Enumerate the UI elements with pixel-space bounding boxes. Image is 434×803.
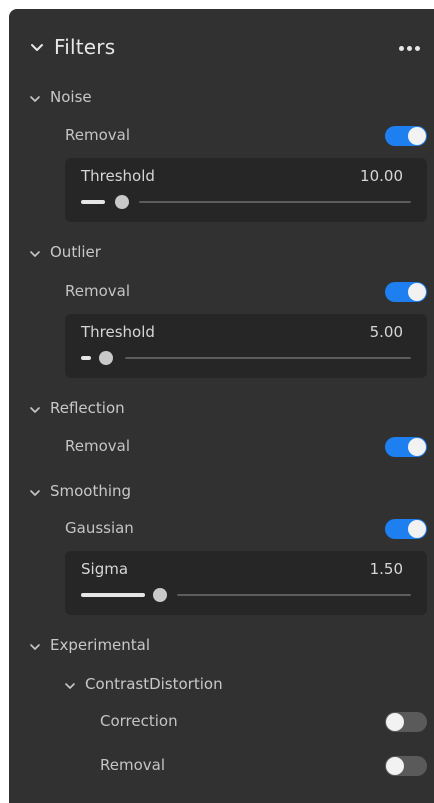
toggle-knob (408, 438, 426, 456)
contrast-removal-label: Removal (100, 756, 166, 774)
chevron-down-icon[interactable] (29, 40, 45, 56)
noise-threshold-box: Threshold 10.00 (65, 158, 427, 222)
noise-threshold-slider[interactable] (81, 195, 411, 209)
outlier-threshold-value: 5.00 (369, 323, 403, 341)
slider-fill (81, 593, 145, 597)
outlier-threshold-slider[interactable] (81, 351, 411, 365)
smoothing-gaussian-label: Gaussian (65, 519, 134, 537)
slider-track (177, 594, 411, 596)
chevron-down-icon[interactable] (28, 403, 42, 417)
slider-thumb[interactable] (99, 351, 113, 365)
chevron-down-icon[interactable] (63, 679, 77, 693)
smoothing-sigma-box: Sigma 1.50 (65, 551, 427, 615)
more-options-icon[interactable] (399, 46, 420, 51)
smoothing-sigma-value: 1.50 (369, 560, 403, 578)
contrast-correction-label: Correction (100, 712, 178, 730)
reflection-removal-toggle[interactable] (385, 437, 427, 457)
chevron-down-icon[interactable] (28, 247, 42, 261)
chevron-down-icon[interactable] (28, 640, 42, 654)
noise-removal-label: Removal (65, 126, 131, 144)
toggle-knob (408, 520, 426, 538)
slider-thumb[interactable] (153, 588, 167, 602)
panel-title: Filters (54, 35, 116, 59)
chevron-down-icon[interactable] (28, 486, 42, 500)
outlier-threshold-box: Threshold 5.00 (65, 314, 427, 378)
slider-thumb[interactable] (115, 195, 129, 209)
outlier-removal-label: Removal (65, 282, 131, 300)
section-experimental-label[interactable]: Experimental (50, 636, 150, 654)
smoothing-sigma-slider[interactable] (81, 588, 411, 602)
noise-threshold-label: Threshold (81, 167, 155, 185)
reflection-removal-label: Removal (65, 437, 131, 455)
toggle-knob (386, 713, 404, 731)
slider-track (125, 357, 411, 359)
chevron-down-icon[interactable] (28, 92, 42, 106)
noise-threshold-value: 10.00 (360, 167, 403, 185)
section-smoothing-label[interactable]: Smoothing (50, 482, 131, 500)
smoothing-gaussian-toggle[interactable] (385, 519, 427, 539)
outlier-threshold-label: Threshold (81, 323, 155, 341)
section-noise-label[interactable]: Noise (50, 88, 92, 106)
smoothing-sigma-label: Sigma (81, 560, 129, 578)
section-outlier-label[interactable]: Outlier (50, 243, 101, 261)
contrast-correction-toggle[interactable] (385, 712, 427, 732)
toggle-knob (408, 283, 426, 301)
subsection-contrast-distortion-label[interactable]: ContrastDistortion (85, 675, 223, 693)
filters-panel: Filters Noise Removal Threshold 10.00 Ou… (9, 9, 434, 803)
toggle-knob (386, 757, 404, 775)
section-reflection-label[interactable]: Reflection (50, 399, 125, 417)
outlier-removal-toggle[interactable] (385, 282, 427, 302)
slider-fill (81, 200, 105, 204)
noise-removal-toggle[interactable] (385, 126, 427, 146)
toggle-knob (408, 127, 426, 145)
slider-track (139, 201, 411, 203)
slider-fill (81, 356, 91, 360)
contrast-removal-toggle[interactable] (385, 756, 427, 776)
